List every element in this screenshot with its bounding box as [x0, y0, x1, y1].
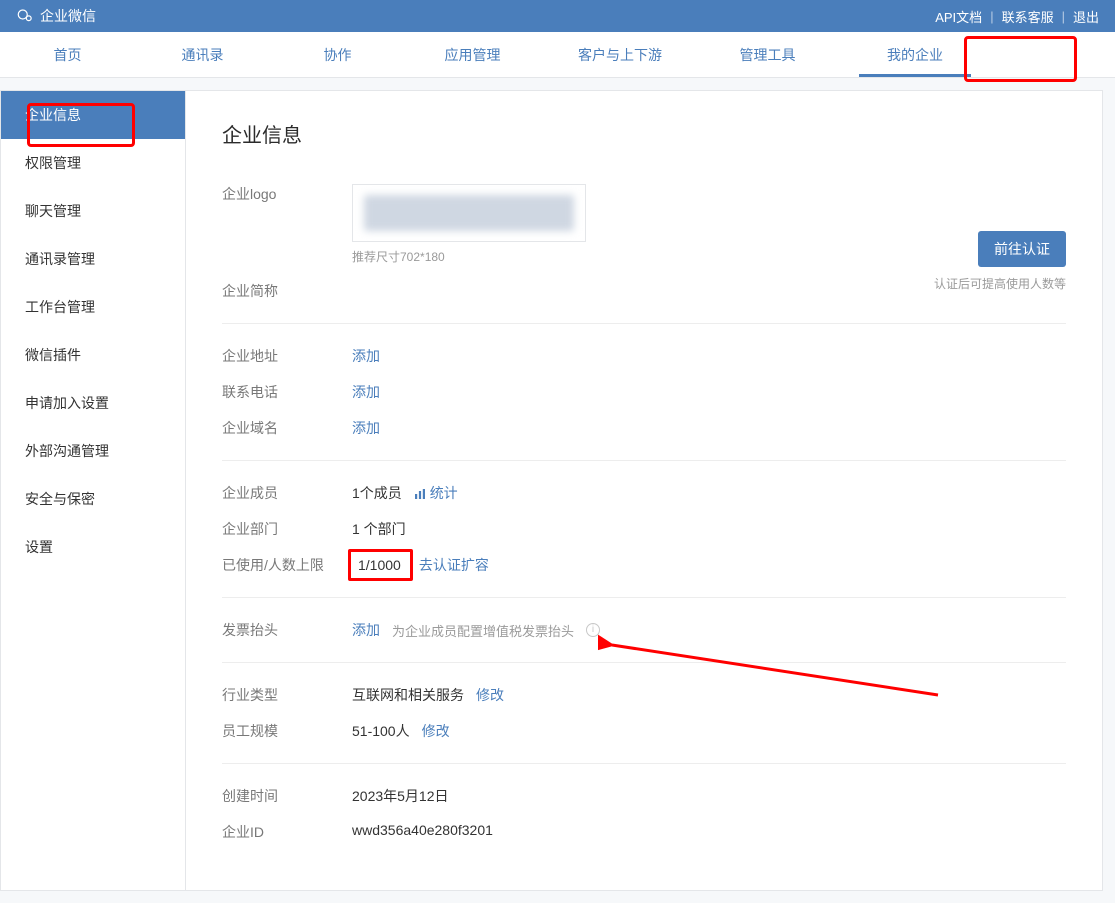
industry-value: 互联网和相关服务 [352, 685, 464, 705]
corpid-label: 企业ID [222, 822, 352, 842]
members-value: 1个成员 [352, 483, 402, 503]
separator: | [1062, 9, 1065, 24]
shortname-label: 企业简称 [222, 281, 352, 301]
depts-value: 1 个部门 [352, 519, 406, 539]
divider [222, 763, 1066, 764]
sidebar-item-external[interactable]: 外部沟通管理 [1, 427, 185, 475]
nav-contacts[interactable]: 通讯录 [135, 32, 270, 77]
limit-value: 1/1000 [358, 557, 401, 573]
divider [222, 323, 1066, 324]
info-icon: i [586, 623, 600, 637]
invoice-label: 发票抬头 [222, 620, 352, 640]
sidebar-item-company-info[interactable]: 企业信息 [1, 91, 185, 139]
divider [222, 662, 1066, 663]
corpid-value: wwd356a40e280f3201 [352, 822, 493, 838]
api-docs-link[interactable]: API文档 [935, 7, 982, 26]
industry-edit-link[interactable]: 修改 [476, 685, 504, 705]
logo-label: 企业logo [222, 184, 352, 204]
members-label: 企业成员 [222, 483, 352, 503]
domain-label: 企业域名 [222, 418, 352, 438]
logo-hint: 推荐尺寸702*180 [352, 248, 586, 265]
industry-label: 行业类型 [222, 685, 352, 705]
members-stats-link[interactable]: 统计 [414, 483, 458, 503]
depts-label: 企业部门 [222, 519, 352, 539]
cert-button[interactable]: 前往认证 [978, 231, 1066, 267]
sidebar: 企业信息 权限管理 聊天管理 通讯录管理 工作台管理 微信插件 申请加入设置 外… [0, 90, 185, 891]
limit-label: 已使用/人数上限 [222, 555, 352, 575]
contact-link[interactable]: 联系客服 [1002, 7, 1054, 26]
address-label: 企业地址 [222, 346, 352, 366]
sidebar-item-join-settings[interactable]: 申请加入设置 [1, 379, 185, 427]
sidebar-item-wechat-plugin[interactable]: 微信插件 [1, 331, 185, 379]
phone-add-link[interactable]: 添加 [352, 382, 380, 402]
bar-chart-icon [414, 485, 426, 501]
divider [222, 460, 1066, 461]
nav-tools[interactable]: 管理工具 [700, 32, 835, 77]
cert-hint: 认证后可提高使用人数等 [934, 275, 1066, 292]
sidebar-item-settings[interactable]: 设置 [1, 523, 185, 571]
created-value: 2023年5月12日 [352, 786, 449, 806]
nav-apps[interactable]: 应用管理 [405, 32, 540, 77]
nav-home[interactable]: 首页 [0, 32, 135, 77]
sidebar-item-chat[interactable]: 聊天管理 [1, 187, 185, 235]
nav-collab[interactable]: 协作 [270, 32, 405, 77]
nav-customers[interactable]: 客户与上下游 [540, 32, 700, 77]
company-logo-box[interactable] [352, 184, 586, 242]
limit-expand-link[interactable]: 去认证扩容 [419, 555, 489, 575]
separator: | [990, 9, 993, 24]
invoice-hint: 为企业成员配置增值税发票抬头 [392, 621, 574, 640]
scale-edit-link[interactable]: 修改 [422, 721, 450, 741]
top-links: API文档 | 联系客服 | 退出 [935, 7, 1099, 26]
main-nav: 首页 通讯录 协作 应用管理 客户与上下游 管理工具 我的企业 [0, 32, 1115, 78]
divider [222, 597, 1066, 598]
brand-name: 企业微信 [40, 6, 96, 26]
domain-add-link[interactable]: 添加 [352, 418, 380, 438]
content: 企业信息 企业logo 推荐尺寸702*180 企业简称 前往认证 认证后可提高… [185, 90, 1103, 891]
company-logo-blur [364, 195, 574, 231]
wecom-logo-icon [16, 7, 34, 25]
sidebar-item-permissions[interactable]: 权限管理 [1, 139, 185, 187]
page-title: 企业信息 [222, 119, 1066, 148]
sidebar-item-security[interactable]: 安全与保密 [1, 475, 185, 523]
scale-value: 51-100人 [352, 721, 410, 741]
address-add-link[interactable]: 添加 [352, 346, 380, 366]
sidebar-item-contacts-mgmt[interactable]: 通讯录管理 [1, 235, 185, 283]
top-bar: 企业微信 API文档 | 联系客服 | 退出 [0, 0, 1115, 32]
scale-label: 员工规模 [222, 721, 352, 741]
sidebar-item-workbench[interactable]: 工作台管理 [1, 283, 185, 331]
created-label: 创建时间 [222, 786, 352, 806]
logout-link[interactable]: 退出 [1073, 7, 1099, 26]
nav-my-company[interactable]: 我的企业 [835, 32, 995, 77]
invoice-add-link[interactable]: 添加 [352, 620, 380, 640]
phone-label: 联系电话 [222, 382, 352, 402]
